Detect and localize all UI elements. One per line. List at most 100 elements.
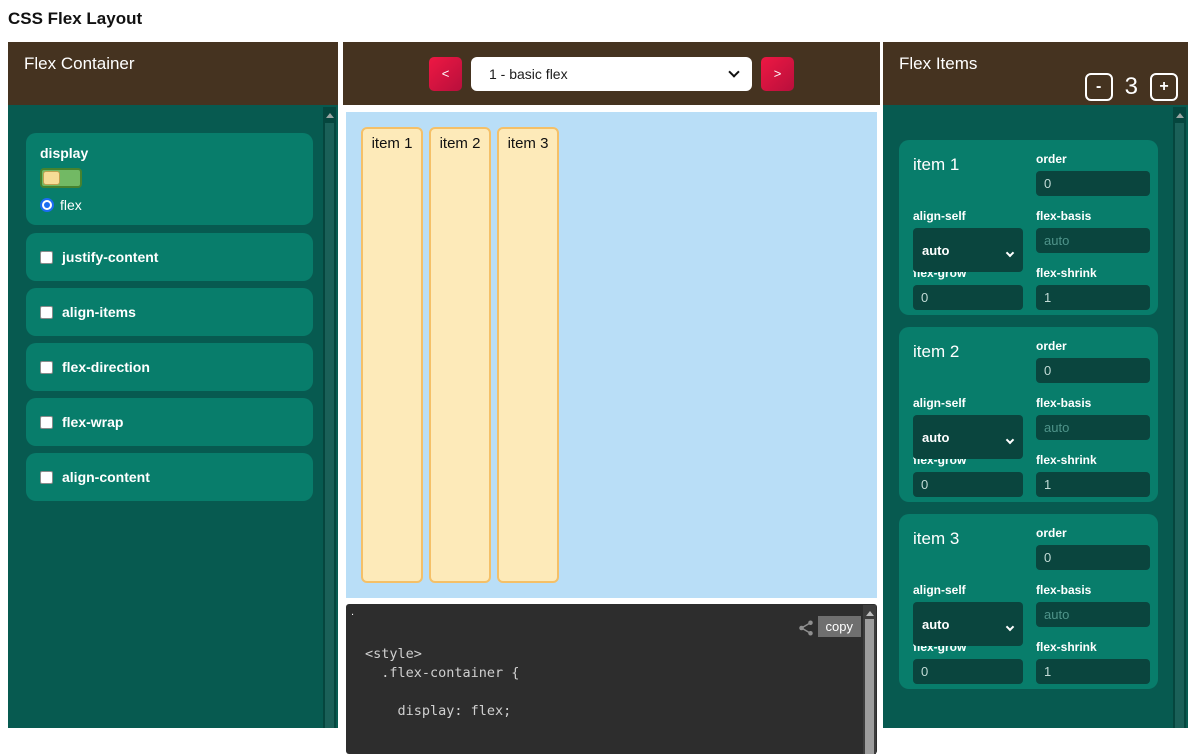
order-input[interactable]: [1036, 171, 1150, 196]
order-label: order: [1036, 526, 1150, 540]
flex-basis-input[interactable]: [1036, 415, 1150, 440]
example-nav: < 1 - basic flex >: [343, 42, 880, 105]
flex-shrink-input[interactable]: [1036, 285, 1150, 310]
align-self-select[interactable]: auto: [913, 415, 1023, 459]
align-self-select[interactable]: auto: [913, 228, 1023, 272]
right-panel-scrollbar[interactable]: [1173, 107, 1186, 728]
item-card-2: item 2 order align-self auto flex-basis: [899, 327, 1158, 502]
share-icon[interactable]: [797, 619, 815, 642]
flex-radio[interactable]: [40, 198, 54, 212]
align-self-select-wrap: auto: [913, 616, 1023, 633]
flex-basis-input[interactable]: [1036, 228, 1150, 253]
align-items-label: align-items: [62, 304, 136, 320]
align-self-label: align-self: [913, 583, 1023, 597]
align-self-label: align-self: [913, 209, 1023, 223]
flex-container-header: Flex Container: [8, 42, 338, 105]
left-panel-scrollbar[interactable]: [323, 107, 336, 728]
flex-basis-field: flex-basis: [1036, 209, 1150, 253]
property-card-justify-content: justify-content: [26, 233, 313, 281]
order-label: order: [1036, 152, 1150, 166]
flex-shrink-label: flex-shrink: [1036, 640, 1150, 654]
flex-grow-field: flex-grow: [913, 640, 1023, 684]
display-toggle[interactable]: [40, 168, 82, 188]
flex-direction-checkbox[interactable]: [40, 361, 53, 374]
preview-column: < 1 - basic flex > item 1 item 2 item 3 …: [343, 42, 880, 754]
copy-button[interactable]: copy: [818, 616, 861, 637]
items-counter: - 3 +: [1085, 73, 1178, 101]
next-example-button[interactable]: >: [761, 57, 794, 91]
code-line: display: flex;: [365, 702, 519, 721]
increase-items-button[interactable]: +: [1150, 73, 1178, 101]
display-flex-option: flex: [40, 197, 299, 213]
flex-items-header: Flex Items - 3 +: [883, 42, 1188, 105]
flex-grow-input[interactable]: [913, 472, 1023, 497]
decrease-items-button[interactable]: -: [1085, 73, 1113, 101]
item-name: item 1: [913, 152, 1023, 196]
code-line: [365, 683, 519, 702]
align-self-label: align-self: [913, 396, 1023, 410]
code-scrollbar[interactable]: [863, 605, 876, 754]
item-name: item 3: [913, 526, 1023, 570]
toggle-knob-icon: [43, 171, 60, 185]
example-select-wrap: 1 - basic flex: [471, 57, 752, 91]
flex-container-title: Flex Container: [24, 54, 135, 73]
align-self-select-wrap: auto: [913, 429, 1023, 446]
page-title: CSS Flex Layout: [8, 9, 142, 29]
prev-example-button[interactable]: <: [429, 57, 462, 91]
order-label: order: [1036, 339, 1150, 353]
order-input[interactable]: [1036, 545, 1150, 570]
flex-shrink-label: flex-shrink: [1036, 266, 1150, 280]
flex-shrink-field: flex-shrink: [1036, 640, 1150, 684]
flex-wrap-label: flex-wrap: [62, 414, 123, 430]
scrollbar-thumb[interactable]: [1175, 123, 1184, 728]
scroll-up-arrow-icon[interactable]: [866, 611, 874, 616]
item-card-1: item 1 order align-self auto flex-basis: [899, 140, 1158, 315]
scrollbar-thumb[interactable]: [865, 619, 874, 754]
property-card-align-content: align-content: [26, 453, 313, 501]
flex-basis-field: flex-basis: [1036, 396, 1150, 440]
display-card: display flex: [26, 133, 313, 225]
align-self-select[interactable]: auto: [913, 602, 1023, 646]
flex-item-3: item 3: [497, 127, 559, 583]
flex-basis-label: flex-basis: [1036, 396, 1150, 410]
flex-wrap-checkbox[interactable]: [40, 416, 53, 429]
align-self-select-wrap: auto: [913, 242, 1023, 259]
scroll-up-arrow-icon[interactable]: [326, 113, 334, 118]
flex-grow-input[interactable]: [913, 285, 1023, 310]
flex-container-panel: Flex Container display flex justify-cont…: [8, 42, 338, 728]
flex-items-title: Flex Items: [899, 54, 977, 73]
align-items-checkbox[interactable]: [40, 306, 53, 319]
code-block: <style> .flex-container { display: flex;: [365, 645, 519, 721]
property-card-flex-direction: flex-direction: [26, 343, 313, 391]
flex-shrink-input[interactable]: [1036, 659, 1150, 684]
flex-container-body: display flex justify-content align-items…: [8, 105, 338, 728]
display-label: display: [40, 145, 299, 161]
flex-item-1: item 1: [361, 127, 423, 583]
example-select[interactable]: 1 - basic flex: [471, 57, 752, 91]
order-field: order: [1036, 526, 1150, 570]
flex-basis-input[interactable]: [1036, 602, 1150, 627]
align-self-field: align-self auto: [913, 583, 1023, 627]
flex-basis-label: flex-basis: [1036, 583, 1150, 597]
flex-shrink-input[interactable]: [1036, 472, 1150, 497]
flex-grow-field: flex-grow: [913, 453, 1023, 497]
scrollbar-thumb[interactable]: [325, 123, 334, 728]
flex-grow-field: flex-grow: [913, 266, 1023, 310]
item-name: item 2: [913, 339, 1023, 383]
justify-content-checkbox[interactable]: [40, 251, 53, 264]
order-input[interactable]: [1036, 358, 1150, 383]
flex-item-2: item 2: [429, 127, 491, 583]
scroll-up-arrow-icon[interactable]: [1176, 113, 1184, 118]
code-line: .flex-container {: [365, 664, 519, 683]
align-content-checkbox[interactable]: [40, 471, 53, 484]
flex-grow-input[interactable]: [913, 659, 1023, 684]
item-card-3: item 3 order align-self auto flex-basis: [899, 514, 1158, 689]
flex-direction-label: flex-direction: [62, 359, 150, 375]
code-bullet: .: [351, 606, 354, 618]
flex-items-panel: Flex Items - 3 + item 1 order align-self…: [883, 42, 1188, 728]
property-card-align-items: align-items: [26, 288, 313, 336]
flex-basis-label: flex-basis: [1036, 209, 1150, 223]
items-count: 3: [1125, 73, 1138, 101]
order-field: order: [1036, 339, 1150, 383]
flex-shrink-field: flex-shrink: [1036, 266, 1150, 310]
